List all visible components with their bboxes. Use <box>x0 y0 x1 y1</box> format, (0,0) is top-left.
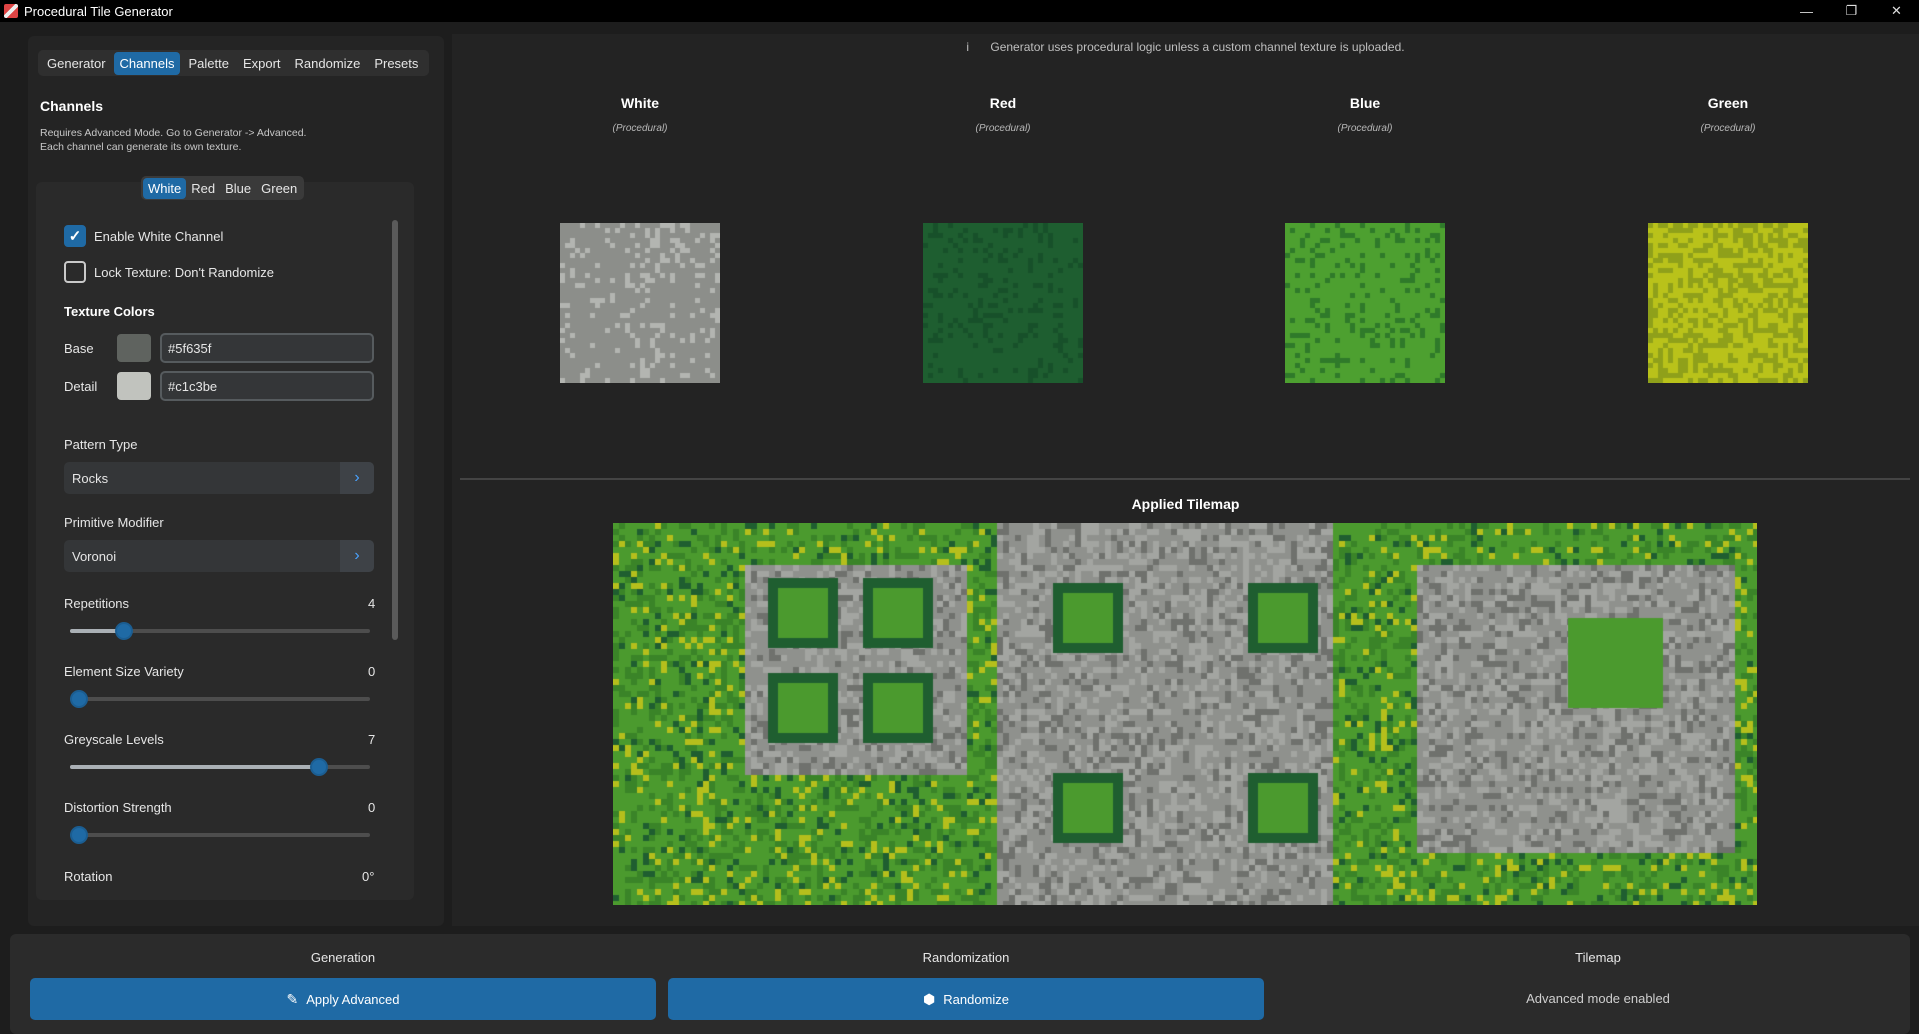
slider-label: Distortion Strength <box>64 800 172 815</box>
channel-tabs: White Red Blue Green <box>141 176 305 200</box>
enable-channel-label: Enable White Channel <box>94 229 224 244</box>
channel-name: White <box>620 95 660 111</box>
channel-name: Red <box>989 95 1017 111</box>
slider-value: 0 <box>368 664 376 679</box>
channel-name: Green <box>1707 95 1749 111</box>
slider-value: 7 <box>368 732 376 747</box>
channel-preview-white: White (Procedural) <box>555 95 725 134</box>
lock-texture-label: Lock Texture: Don't Randomize <box>94 265 275 280</box>
scrollbar[interactable] <box>392 220 398 640</box>
pattern-type-label: Pattern Type <box>64 437 138 452</box>
lock-texture-checkbox[interactable] <box>64 261 86 283</box>
channel-texture-red <box>923 223 1083 383</box>
minimize-button[interactable]: — <box>1784 0 1829 22</box>
title-bar: Procedural Tile Generator — ❐ ✕ <box>0 0 1919 22</box>
magic-wand-icon: ✎ <box>286 990 299 1007</box>
tab-randomize[interactable]: Randomize <box>289 52 367 75</box>
slider-track[interactable] <box>70 758 370 776</box>
channel-preview-green: Green (Procedural) <box>1643 95 1813 134</box>
slider-label: Greyscale Levels <box>64 732 164 747</box>
channel-tab-white[interactable]: White <box>143 177 187 199</box>
app-icon <box>4 4 18 18</box>
channel-tab-green[interactable]: Green <box>256 178 302 199</box>
divider <box>460 478 1910 480</box>
main-tabs: Generator Channels Palette Export Random… <box>38 50 430 76</box>
slider-value: 0 <box>368 800 376 815</box>
rotation-label: Rotation <box>64 869 113 884</box>
maximize-button[interactable]: ❐ <box>1829 0 1874 22</box>
info-icon: i <box>966 40 970 54</box>
info-banner: i Generator uses procedural logic unless… <box>452 40 1919 54</box>
detail-color-swatch[interactable] <box>117 372 151 400</box>
channel-preview-blue: Blue (Procedural) <box>1280 95 1450 134</box>
slider-knob[interactable] <box>70 690 88 708</box>
tab-export[interactable]: Export <box>237 52 287 75</box>
base-color-swatch[interactable] <box>117 334 151 362</box>
rotation-value: 0° <box>362 869 375 884</box>
channel-tab-red[interactable]: Red <box>186 178 220 199</box>
slider-knob[interactable] <box>115 622 133 640</box>
info-text: Generator uses procedural logic unless a… <box>990 40 1405 54</box>
texture-colors-title: Texture Colors <box>64 304 155 319</box>
apply-advanced-button[interactable]: ✎ Apply Advanced <box>30 978 656 1020</box>
slider-track[interactable] <box>70 826 370 844</box>
channel-texture-blue <box>1285 223 1445 383</box>
applied-tilemap-image <box>613 523 1757 905</box>
close-button[interactable]: ✕ <box>1874 0 1919 22</box>
channel-texture-white <box>560 223 720 383</box>
channel-source: (Procedural) <box>975 123 1031 134</box>
tab-palette[interactable]: Palette <box>182 52 234 75</box>
tab-generator[interactable]: Generator <box>41 52 112 75</box>
tilemap-title: Tilemap <box>1575 950 1621 965</box>
randomize-label: Randomize <box>943 991 1009 1007</box>
pattern-type-dropdown[interactable]: Rocks › <box>64 462 374 494</box>
applied-tilemap-title: Applied Tilemap <box>1131 496 1240 512</box>
tab-channels[interactable]: Channels <box>113 51 181 75</box>
apply-advanced-label: Apply Advanced <box>306 991 400 1007</box>
slider-track[interactable] <box>70 690 370 708</box>
primitive-modifier-value: Voronoi <box>72 549 117 564</box>
randomization-title: Randomization <box>922 950 1010 965</box>
slider-value: 4 <box>368 596 376 611</box>
channel-texture-green <box>1648 223 1808 383</box>
section-description: Requires Advanced Mode. Go to Generator … <box>40 127 307 153</box>
slider-label: Repetitions <box>64 596 130 611</box>
channel-source: (Procedural) <box>612 123 668 134</box>
detail-color-input[interactable]: #c1c3be <box>160 371 374 401</box>
enable-channel-checkbox[interactable]: ✓ <box>64 225 86 247</box>
window-title: Procedural Tile Generator <box>24 3 173 19</box>
slider-knob[interactable] <box>70 826 88 844</box>
slider-knob[interactable] <box>310 758 328 776</box>
base-color-input[interactable]: #5f635f <box>160 333 374 363</box>
dice-icon: ⬢ <box>923 990 936 1007</box>
channel-source: (Procedural) <box>1700 123 1756 134</box>
channel-tab-blue[interactable]: Blue <box>220 178 256 199</box>
slider-fill <box>70 765 319 769</box>
detail-color-label: Detail <box>64 379 98 394</box>
generation-title: Generation <box>310 950 376 965</box>
section-title: Channels <box>40 98 104 114</box>
randomize-button[interactable]: ⬢ Randomize <box>668 978 1264 1020</box>
base-color-label: Base <box>64 341 94 356</box>
chevron-right-icon[interactable]: › <box>340 540 374 572</box>
channel-name: Blue <box>1349 95 1381 111</box>
primitive-modifier-dropdown[interactable]: Voronoi › <box>64 540 374 572</box>
slider-label: Element Size Variety <box>64 664 184 679</box>
primitive-modifier-label: Primitive Modifier <box>64 515 164 530</box>
pattern-type-value: Rocks <box>72 471 109 486</box>
channel-preview-red: Red (Procedural) <box>918 95 1088 134</box>
tab-presets[interactable]: Presets <box>368 52 424 75</box>
tilemap-status: Advanced mode enabled <box>1526 991 1670 1006</box>
slider-track[interactable] <box>70 622 370 640</box>
chevron-right-icon[interactable]: › <box>340 462 374 494</box>
channel-source: (Procedural) <box>1337 123 1393 134</box>
